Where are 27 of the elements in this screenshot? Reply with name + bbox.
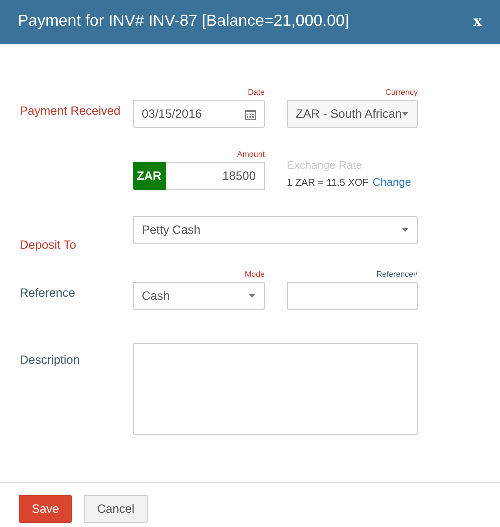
field-label: Payment Received xyxy=(20,103,121,120)
field-caption: Currency xyxy=(384,88,418,98)
calendar-icon[interactable] xyxy=(245,108,256,120)
caret-icon xyxy=(249,294,256,298)
field-caption: Reference# xyxy=(376,270,418,280)
field-label: Reference xyxy=(20,285,76,302)
description-field[interactable] xyxy=(133,343,418,435)
dialog-title: Payment for INV# INV-87 [Balance=21,000.00] xyxy=(18,12,350,32)
field-label: Deposit To xyxy=(20,237,76,254)
caret-icon xyxy=(402,112,410,116)
field-caption: Mode xyxy=(244,270,265,280)
close-button[interactable]: x xyxy=(474,12,482,32)
change-link[interactable]: Change xyxy=(372,174,412,191)
cancel-button[interactable]: Cancel xyxy=(84,495,148,523)
mode-select[interactable]: Cash xyxy=(133,282,265,310)
caret-icon xyxy=(402,228,409,232)
field-label: Description xyxy=(20,353,80,367)
deposit-select[interactable]: Petty Cash xyxy=(133,216,418,244)
field-caption: Amount xyxy=(236,150,265,160)
currency-code: ZAR xyxy=(133,162,166,190)
date-field[interactable]: 03/15/2016 xyxy=(133,100,265,128)
amount-field[interactable]: 18500 xyxy=(166,162,265,190)
reference-field[interactable] xyxy=(287,282,418,310)
save-button[interactable]: Save xyxy=(19,495,72,523)
exchange-rate-text: 1 ZAR = 11.5 XOF xyxy=(287,176,369,190)
currency-select[interactable]: ZAR - South African xyxy=(287,100,418,128)
field-caption: Date xyxy=(247,88,265,98)
